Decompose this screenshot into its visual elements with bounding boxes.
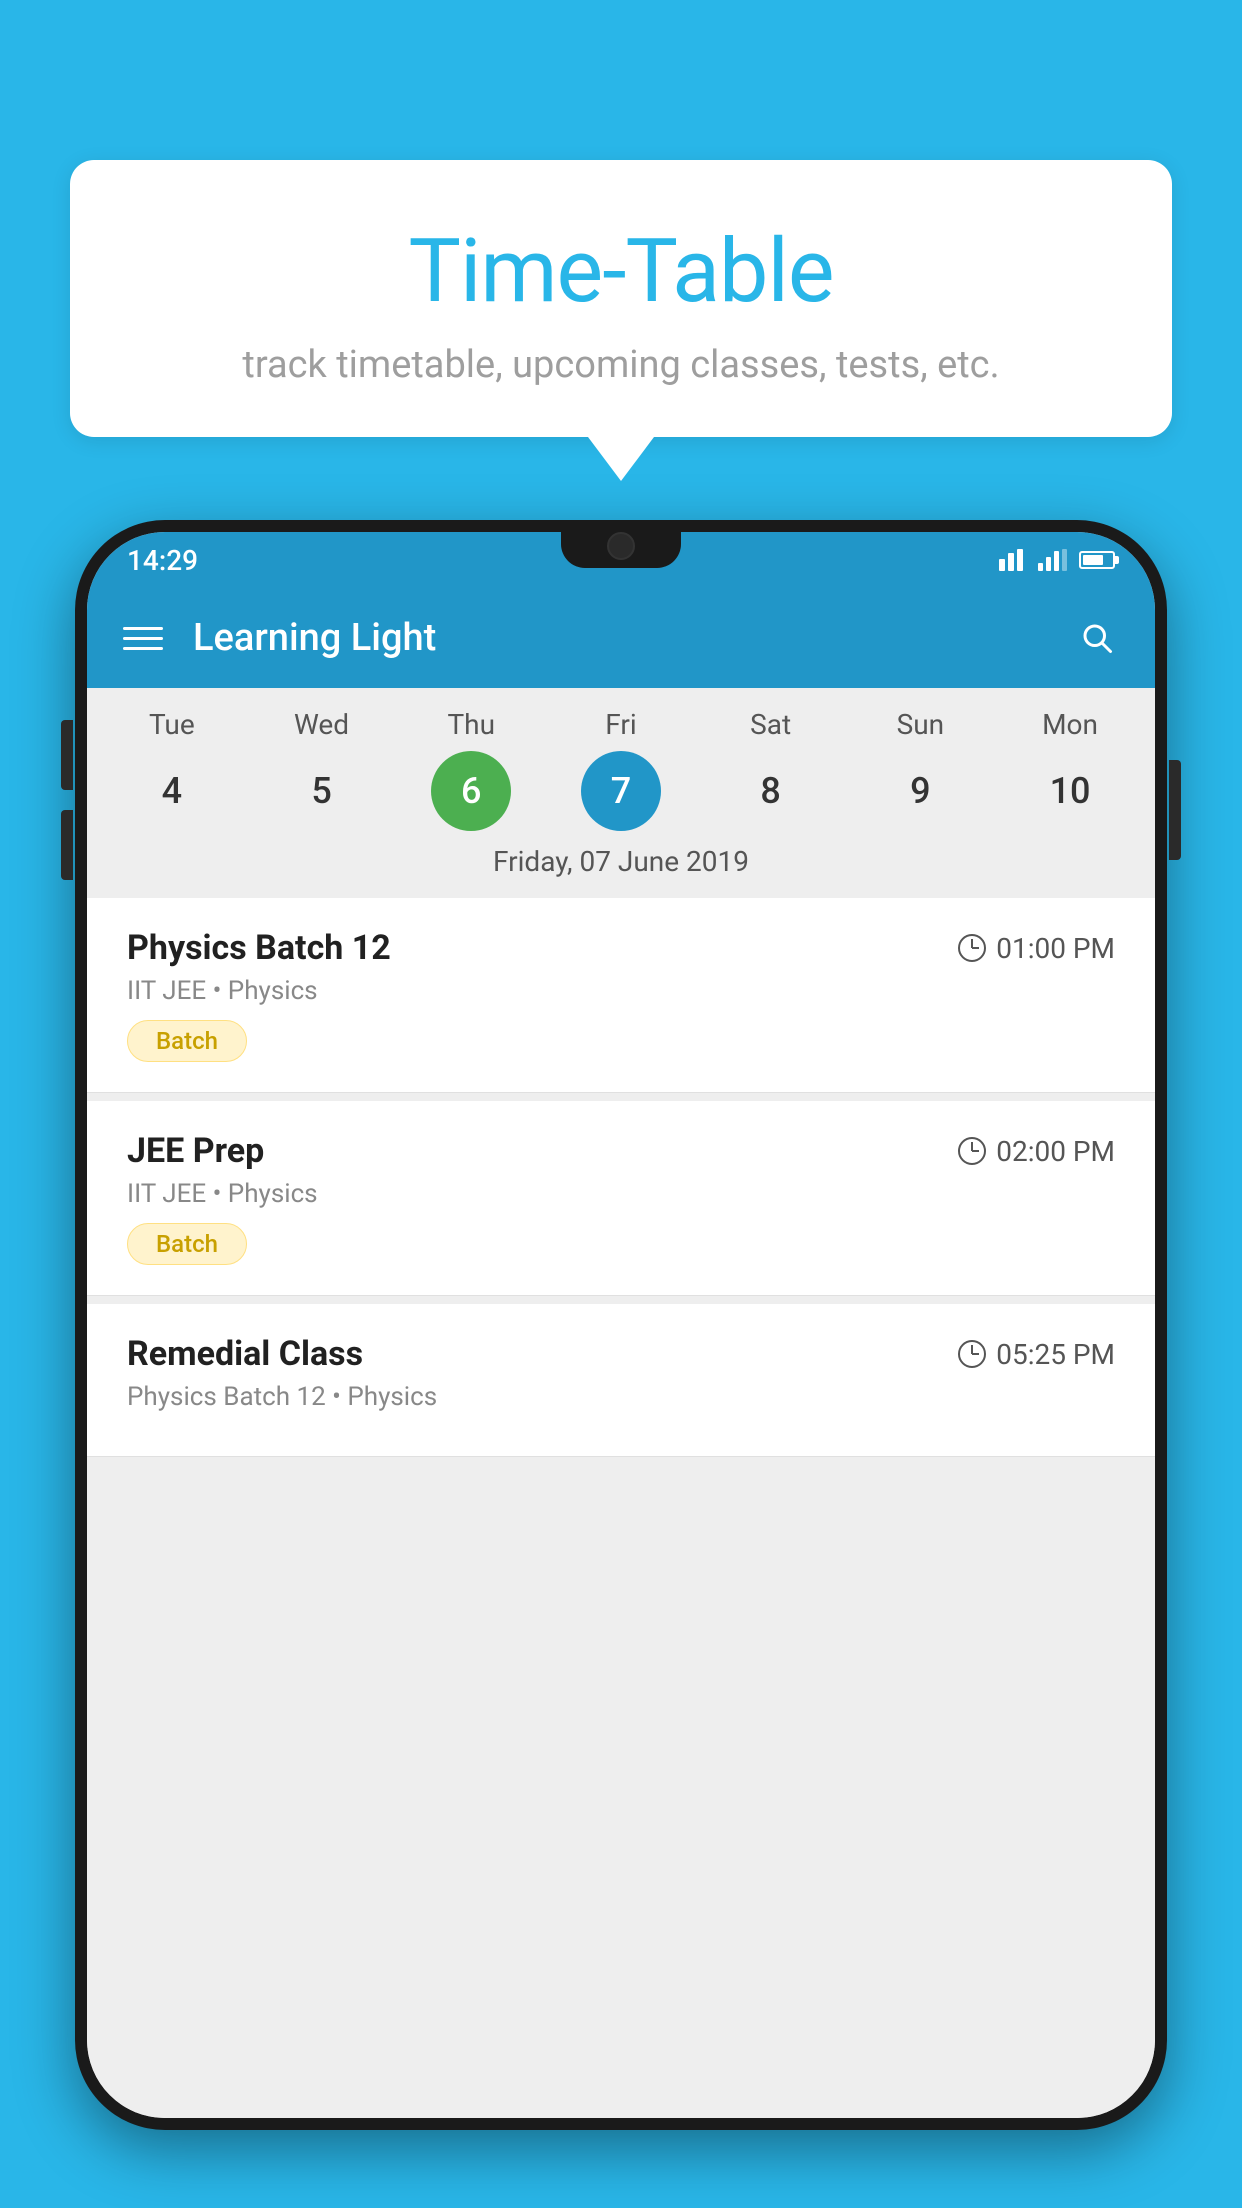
schedule-item-1-header: Physics Batch 12 01:00 PM: [127, 928, 1115, 968]
hamburger-line-3: [123, 647, 163, 650]
schedule-item-3[interactable]: Remedial Class 05:25 PM Physics Batch 12…: [87, 1304, 1155, 1457]
hamburger-menu-icon[interactable]: [123, 627, 163, 650]
day-mon: Mon: [1020, 708, 1120, 741]
schedule-title-3: Remedial Class: [127, 1334, 363, 1374]
front-camera: [607, 532, 635, 560]
app-bar: Learning Light: [87, 588, 1155, 688]
day-tue: Tue: [122, 708, 222, 741]
app-title: Learning Light: [193, 616, 1075, 660]
date-10[interactable]: 10: [1030, 751, 1110, 831]
date-5[interactable]: 5: [282, 751, 362, 831]
schedule-title-1: Physics Batch 12: [127, 928, 391, 968]
divider-2: [87, 1296, 1155, 1304]
hamburger-line-2: [123, 637, 163, 640]
schedule-title-2: JEE Prep: [127, 1131, 264, 1171]
phone-screen: 14:29: [87, 532, 1155, 2118]
calendar-strip: Tue Wed Thu Fri Sat Sun Mon 4 5 6 7 8 9 …: [87, 688, 1155, 898]
date-7-selected[interactable]: 7: [581, 751, 661, 831]
batch-badge-2: Batch: [127, 1223, 247, 1265]
vol-down-button: [61, 810, 73, 880]
power-button: [1169, 760, 1181, 860]
tooltip-subtitle: track timetable, upcoming classes, tests…: [130, 343, 1112, 387]
wifi-icon: [996, 549, 1026, 571]
schedule-item-1[interactable]: Physics Batch 12 01:00 PM IIT JEE • Phys…: [87, 898, 1155, 1093]
day-thu: Thu: [421, 708, 521, 741]
schedule-meta-2: IIT JEE • Physics: [127, 1179, 1115, 1209]
clock-icon-2: [958, 1137, 986, 1165]
schedule-time-2: 02:00 PM: [958, 1135, 1115, 1168]
battery-icon: [1079, 551, 1115, 569]
schedule-item-3-header: Remedial Class 05:25 PM: [127, 1334, 1115, 1374]
day-fri: Fri: [571, 708, 671, 741]
schedule-list: Physics Batch 12 01:00 PM IIT JEE • Phys…: [87, 898, 1155, 2118]
schedule-meta-3: Physics Batch 12 • Physics: [127, 1382, 1115, 1412]
tooltip-card: Time-Table track timetable, upcoming cla…: [70, 160, 1172, 437]
divider-1: [87, 1093, 1155, 1101]
schedule-item-2-header: JEE Prep 02:00 PM: [127, 1131, 1115, 1171]
schedule-meta-1: IIT JEE • Physics: [127, 976, 1115, 1006]
status-icons: [996, 549, 1115, 571]
batch-badge-1: Batch: [127, 1020, 247, 1062]
day-sun: Sun: [870, 708, 970, 741]
date-8[interactable]: 8: [731, 751, 811, 831]
day-sat: Sat: [721, 708, 821, 741]
time-text-3: 05:25 PM: [996, 1338, 1115, 1371]
clock-icon-1: [958, 934, 986, 962]
date-9[interactable]: 9: [880, 751, 960, 831]
hamburger-line-1: [123, 627, 163, 630]
date-6-today[interactable]: 6: [431, 751, 511, 831]
status-time: 14:29: [127, 544, 198, 577]
day-wed: Wed: [272, 708, 372, 741]
search-button[interactable]: [1075, 616, 1119, 660]
schedule-time-3: 05:25 PM: [958, 1338, 1115, 1371]
phone-wrapper: 14:29: [75, 520, 1167, 2208]
date-4[interactable]: 4: [132, 751, 212, 831]
tooltip-title: Time-Table: [130, 220, 1112, 323]
vol-up-button: [61, 720, 73, 790]
time-text-1: 01:00 PM: [996, 932, 1115, 965]
clock-icon-3: [958, 1340, 986, 1368]
days-header: Tue Wed Thu Fri Sat Sun Mon: [87, 708, 1155, 741]
battery-fill: [1083, 555, 1103, 565]
signal-icon: [1038, 549, 1067, 571]
selected-date-label: Friday, 07 June 2019: [87, 831, 1155, 888]
dates-row: 4 5 6 7 8 9 10: [87, 751, 1155, 831]
time-text-2: 02:00 PM: [996, 1135, 1115, 1168]
schedule-time-1: 01:00 PM: [958, 932, 1115, 965]
schedule-item-2[interactable]: JEE Prep 02:00 PM IIT JEE • Physics Batc…: [87, 1101, 1155, 1296]
phone-outer: 14:29: [75, 520, 1167, 2130]
